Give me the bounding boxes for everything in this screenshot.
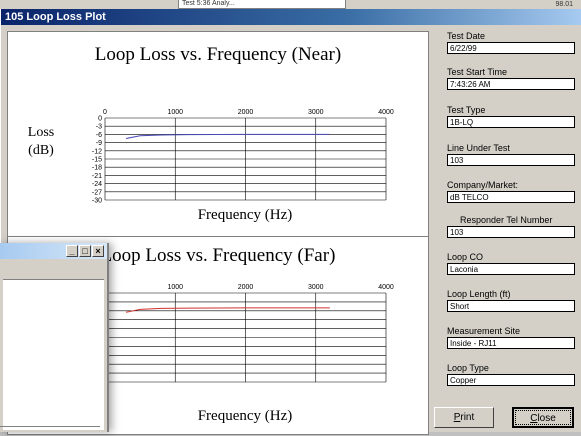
- field-value[interactable]: 103: [447, 154, 575, 166]
- near-plot-title: Loop Loss vs. Frequency (Near): [95, 44, 341, 65]
- print-label-rest: rint: [460, 412, 475, 423]
- near-xlabel: Frequency (Hz): [198, 207, 293, 223]
- field-test-date: Test Date 6/22/99: [447, 31, 578, 54]
- near-series-line: [125, 133, 330, 139]
- far-xticks: 1000 2000 3000 4000: [167, 284, 393, 291]
- field-test-start-time: Test Start Time 7:43:26 AM: [447, 67, 578, 90]
- far-xlabel: Frequency (Hz): [198, 408, 293, 424]
- near-ytick-label: -15: [92, 157, 102, 164]
- window-title: 105 Loop Loss Plot: [5, 11, 106, 23]
- overlapping-window-title-bar[interactable]: _ □ ×: [0, 243, 107, 259]
- minimize-button[interactable]: _: [66, 245, 78, 257]
- near-plot-panel: Loop Loss vs. Frequency (Near) Loss (dB)…: [7, 31, 429, 237]
- overlapping-window: _ □ ×: [0, 243, 109, 432]
- near-xtick-label: 2000: [238, 109, 254, 116]
- maximize-button[interactable]: □: [79, 245, 91, 257]
- field-loop-length: Loop Length (ft) Short: [447, 289, 578, 312]
- near-plot-svg: Loop Loss vs. Frequency (Near) Loss (dB)…: [28, 44, 394, 223]
- near-ylabel-line2: (dB): [28, 143, 54, 158]
- field-value[interactable]: Copper: [447, 374, 575, 386]
- field-test-type: Test Type 1B-LQ: [447, 105, 578, 128]
- field-label: Measurement Site: [447, 326, 521, 336]
- overlapping-window-divider: [0, 426, 100, 427]
- print-button[interactable]: Print: [434, 407, 494, 428]
- far-xtick-label: 1000: [167, 284, 183, 291]
- field-loop-co: Loop CO Laconia: [447, 252, 578, 275]
- field-value[interactable]: 1B-LQ: [447, 116, 575, 128]
- field-value[interactable]: Short: [447, 300, 575, 312]
- near-ytick-label: -24: [92, 181, 102, 188]
- far-plot-title: Loop Loss vs. Frequency (Far): [101, 245, 336, 266]
- field-label: Loop Length (ft): [447, 289, 511, 299]
- near-ytick-label: -18: [92, 165, 102, 172]
- near-ytick-label: -3: [96, 124, 102, 131]
- near-xtick-label: 1000: [167, 109, 183, 116]
- near-ytick-label: -27: [92, 189, 102, 196]
- near-xtick-label: 3000: [308, 109, 324, 116]
- field-label: Line Under Test: [447, 143, 510, 153]
- field-value[interactable]: 6/22/99: [447, 42, 575, 54]
- near-xtick-label: 4000: [378, 109, 394, 116]
- near-xticks: 0 1000 2000 3000 4000: [103, 109, 394, 116]
- field-value[interactable]: Laconia: [447, 263, 575, 275]
- field-value[interactable]: Inside - RJ11: [447, 337, 575, 349]
- near-ytick-label: -30: [92, 198, 102, 205]
- background-number: 98.01: [555, 1, 573, 8]
- near-xtick-label: 0: [103, 109, 107, 116]
- overlapping-window-controls: _ □ ×: [66, 245, 104, 257]
- field-company-market: Company/Market: dB TELCO: [447, 180, 578, 203]
- near-ytick-label: -9: [96, 140, 102, 147]
- field-measurement-site: Measurement Site Inside - RJ11: [447, 326, 578, 349]
- far-xtick-label: 2000: [238, 284, 254, 291]
- close-label-rest: lose: [537, 413, 556, 424]
- far-grid: [104, 292, 387, 383]
- overlapping-window-content: [3, 279, 104, 430]
- field-label: Test Start Time: [447, 67, 508, 77]
- near-ytick-label: 0: [98, 116, 102, 123]
- field-value[interactable]: dB TELCO: [447, 191, 575, 203]
- close-window-button[interactable]: ×: [92, 245, 104, 257]
- close-button[interactable]: Close: [512, 407, 574, 428]
- near-grid: [104, 117, 387, 201]
- field-loop-type: Loop Type Copper: [447, 363, 578, 386]
- near-ytick-label: -21: [92, 173, 102, 180]
- near-ylabel-line1: Loss: [28, 125, 54, 140]
- field-label: Company/Market:: [447, 180, 519, 190]
- near-ytick-label: -6: [96, 132, 102, 139]
- field-value[interactable]: 103: [447, 226, 575, 238]
- field-label: Loop CO: [447, 252, 484, 262]
- field-responder-tel-number: Responder Tel Number 103: [447, 215, 578, 238]
- window-title-bar[interactable]: 105 Loop Loss Plot: [1, 9, 581, 25]
- field-label: Test Type: [447, 105, 486, 115]
- field-label: Responder Tel Number: [460, 215, 553, 225]
- near-ytick-label: -12: [92, 148, 102, 155]
- far-series-line: [125, 307, 330, 313]
- far-xtick-label: 4000: [378, 284, 394, 291]
- field-line-under-test: Line Under Test 103: [447, 143, 578, 166]
- field-label: Test Date: [447, 31, 486, 41]
- field-label: Loop Type: [447, 363, 489, 373]
- field-value[interactable]: 7:43:26 AM: [447, 78, 575, 90]
- near-yticks: 0-3-6-9-12 -15-18-21-24-27 -30: [92, 116, 102, 205]
- background-input: Test 5:36 Analy...: [178, 0, 346, 9]
- far-xtick-label: 3000: [308, 284, 324, 291]
